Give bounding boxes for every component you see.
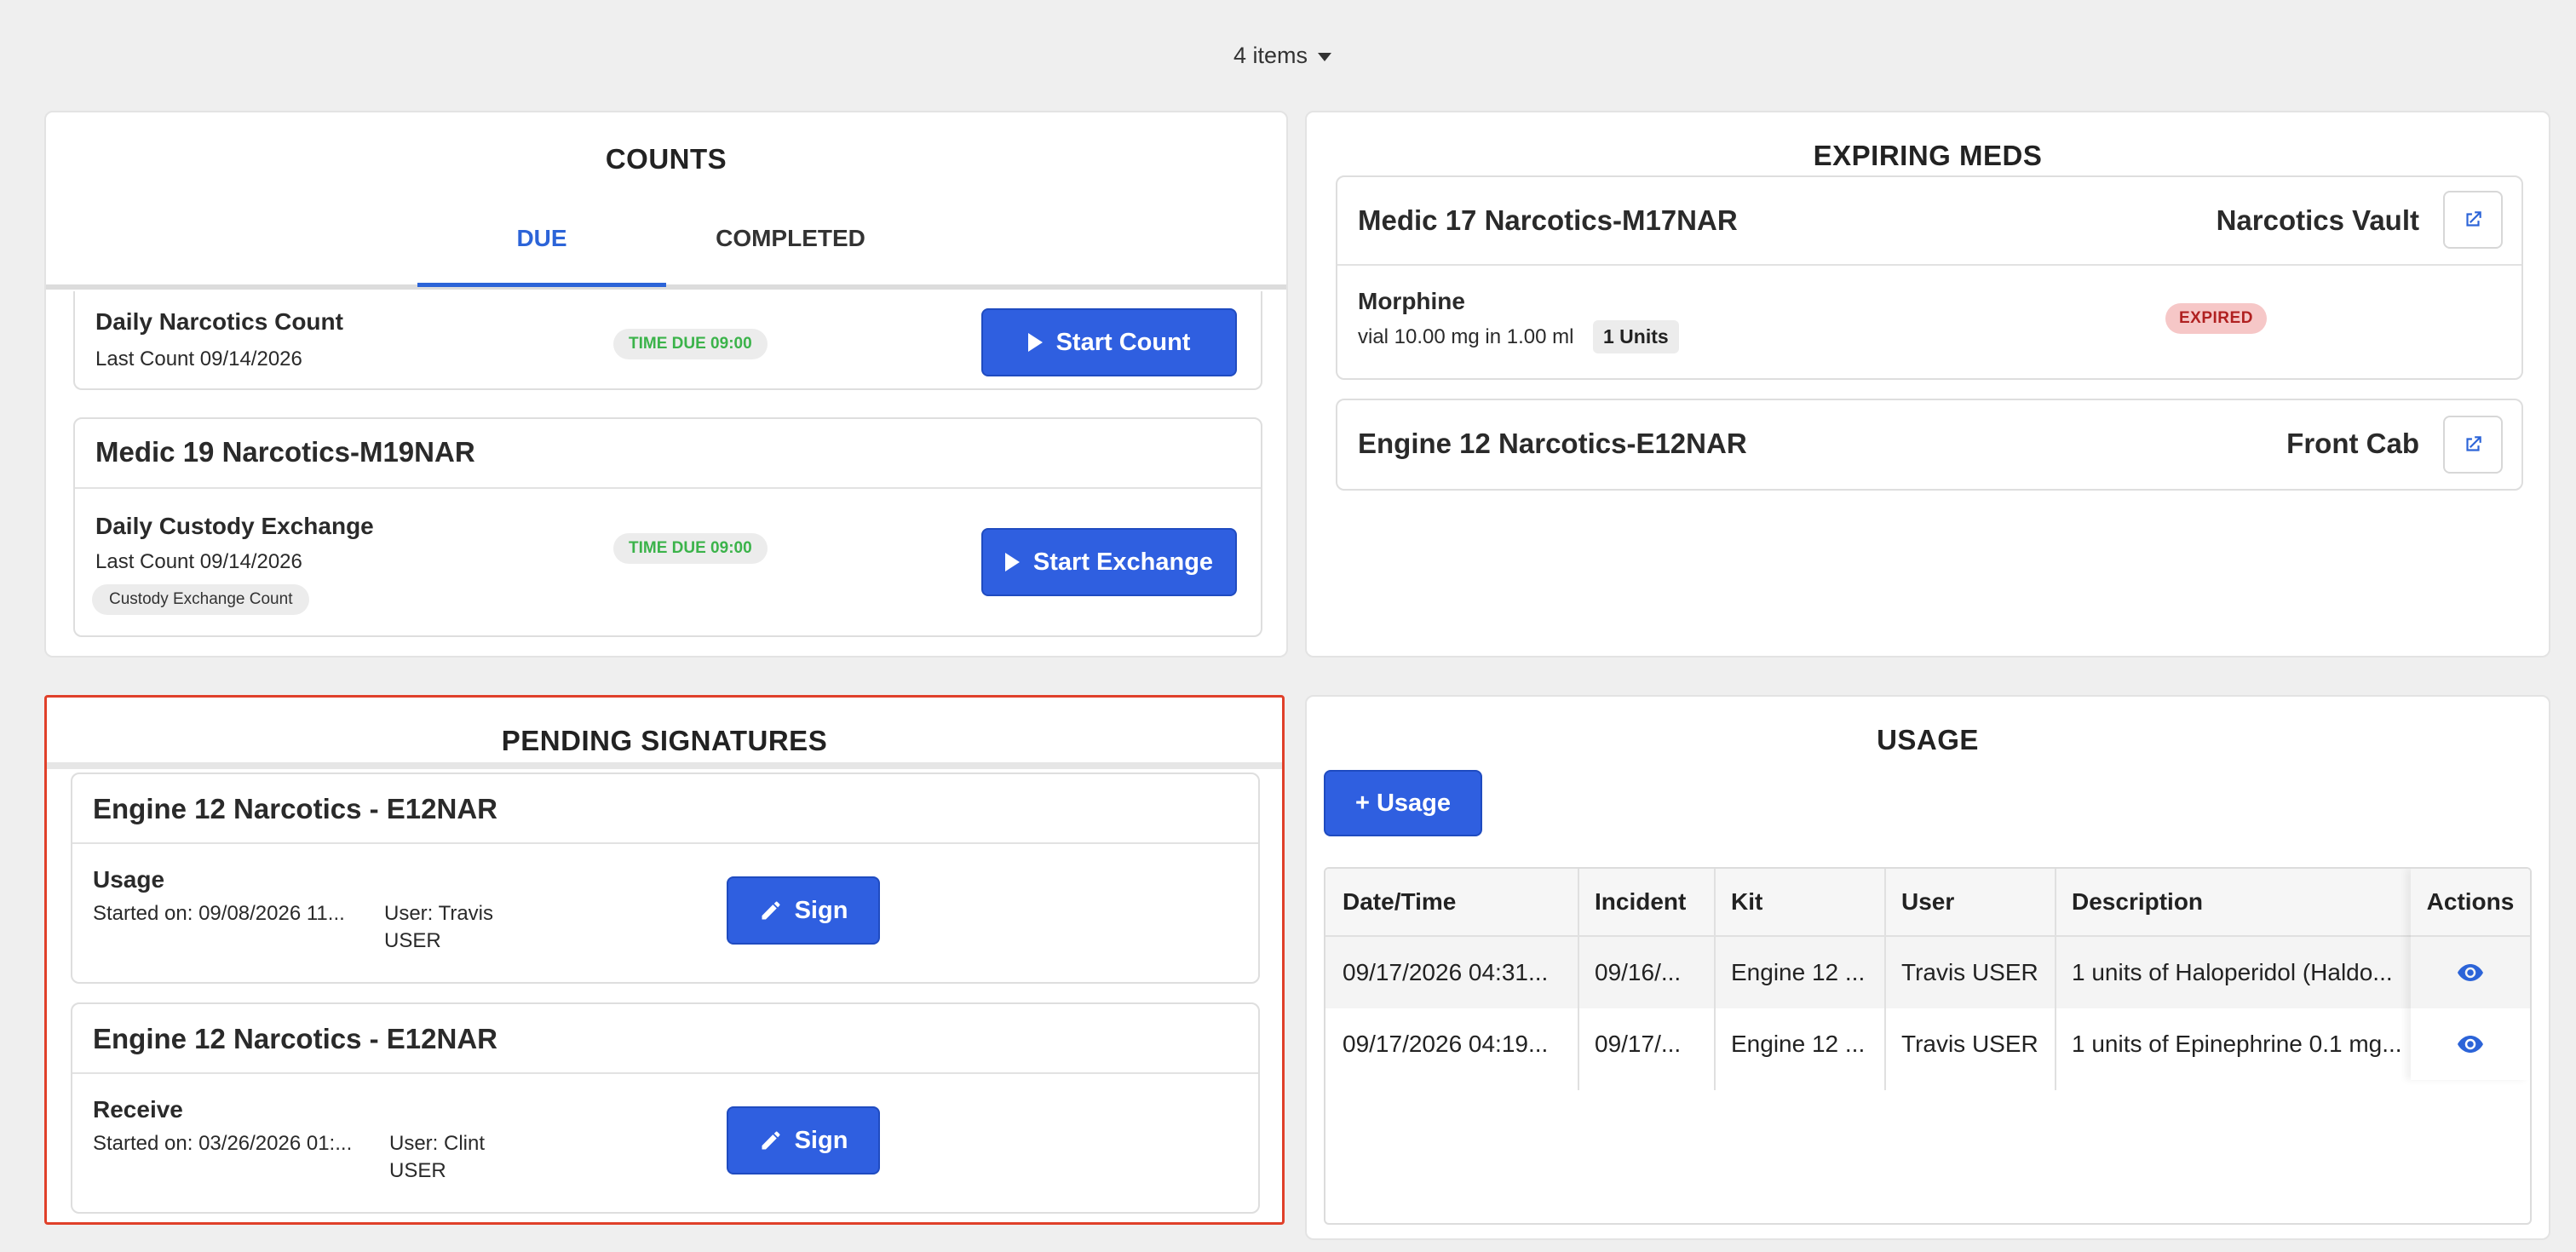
last-count: Last Count 09/14/2026 xyxy=(95,550,302,573)
column-divider xyxy=(1578,869,1579,1090)
start-exchange-button[interactable]: Start Exchange xyxy=(981,528,1237,596)
sign-label: Sign xyxy=(794,896,848,924)
count-title: Daily Custody Exchange xyxy=(95,513,374,539)
counts-card: COUNTS DUE COMPLETED Daily Narcotics Cou… xyxy=(44,111,1288,658)
pending-item: Engine 12 Narcotics - E12NAR Receive Sta… xyxy=(71,1002,1260,1214)
cell-user: Travis USER xyxy=(1901,959,2038,985)
started-on: Started on: 09/08/2026 11... xyxy=(93,902,345,925)
pending-user-role: USER xyxy=(384,929,441,952)
open-kit-button[interactable] xyxy=(2443,191,2503,249)
divider xyxy=(72,842,1258,844)
sign-button[interactable]: Sign xyxy=(727,876,880,945)
pending-user-role: USER xyxy=(389,1159,446,1182)
signature-icon xyxy=(762,1131,780,1150)
dashboard: 4 items COUNTS DUE COMPLETED Daily Narco… xyxy=(0,0,2576,1252)
eye-icon xyxy=(2458,964,2483,981)
cell-incident: 09/17/... xyxy=(1595,1031,1682,1057)
divider xyxy=(1337,264,2521,266)
cell-user: Travis USER xyxy=(1901,1031,2038,1057)
tab-completed[interactable]: COMPLETED xyxy=(666,204,915,288)
cell-datetime: 09/17/2026 04:19... xyxy=(1343,1031,1549,1057)
custody-exchange-chip: Custody Exchange Count xyxy=(92,584,310,615)
cell-description: 1 units of Epinephrine 0.1 mg... xyxy=(2072,1031,2402,1057)
col-kit[interactable]: Kit xyxy=(1714,869,1884,935)
kit-name: Engine 12 Narcotics-E12NAR xyxy=(1358,428,1747,459)
tab-divider xyxy=(46,284,1286,290)
actions-header: Actions xyxy=(2411,869,2530,937)
eye-icon xyxy=(2458,1036,2483,1053)
pending-user: User: Travis xyxy=(384,902,494,925)
items-dropdown[interactable]: 4 items xyxy=(1233,43,1332,69)
column-divider xyxy=(1714,869,1716,1090)
col-incident[interactable]: Incident xyxy=(1578,869,1714,935)
sign-button[interactable]: Sign xyxy=(727,1106,880,1174)
cell-kit: Engine 12 ... xyxy=(1731,1031,1866,1057)
time-due-badge: TIME DUE 09:00 xyxy=(613,533,768,564)
pending-item: Engine 12 Narcotics - E12NAR Usage Start… xyxy=(71,772,1260,984)
pending-kit-name: Engine 12 Narcotics - E12NAR xyxy=(93,1023,497,1054)
sign-label: Sign xyxy=(794,1126,848,1154)
pending-title: PENDING SIGNATURES xyxy=(501,725,828,756)
pending-signatures-card: PENDING SIGNATURES Engine 12 Narcotics -… xyxy=(44,695,1285,1225)
table-row[interactable]: 09/17/2026 04:19... 09/17/... Engine 12 … xyxy=(1325,1008,2530,1080)
kit-location: Front Cab xyxy=(2286,428,2419,459)
kit-name: Medic 17 Narcotics-M17NAR xyxy=(1358,204,1738,236)
pending-type: Usage xyxy=(93,866,165,893)
start-count-button[interactable]: Start Count xyxy=(981,308,1237,376)
pending-user: User: Clint xyxy=(389,1132,486,1155)
divider xyxy=(75,487,1261,489)
cell-kit: Engine 12 ... xyxy=(1731,959,1866,985)
kit-card: Engine 12 Narcotics-E12NAR Front Cab xyxy=(1336,399,2523,491)
play-icon xyxy=(1027,333,1043,352)
med-name: Morphine xyxy=(1358,288,1465,314)
counts-title: COUNTS xyxy=(605,143,727,175)
started-on: Started on: 03/26/2026 01:... xyxy=(93,1132,353,1155)
start-count-label: Start Count xyxy=(1055,328,1191,356)
time-due-badge: TIME DUE 09:00 xyxy=(613,329,768,359)
expired-badge: EXPIRED xyxy=(2165,303,2267,334)
col-user[interactable]: User xyxy=(1884,869,2055,935)
col-datetime[interactable]: Date/Time xyxy=(1325,869,1578,935)
column-divider xyxy=(1884,869,1886,1090)
pending-type: Receive xyxy=(93,1096,183,1123)
cell-incident: 09/16/... xyxy=(1595,959,1682,985)
count-title: Daily Narcotics Count xyxy=(95,308,343,335)
med-detail: vial 10.00 mg in 1.00 ml xyxy=(1358,325,1574,348)
kit-location: Narcotics Vault xyxy=(2216,204,2419,236)
view-button[interactable] xyxy=(2411,1008,2530,1080)
column-divider xyxy=(2055,869,2056,1090)
table-header: Date/Time Incident Kit User Description … xyxy=(1325,869,2530,937)
cell-description: 1 units of Haloperidol (Haldo... xyxy=(2072,959,2393,985)
tab-active-underline xyxy=(417,283,666,287)
kit-card: Medic 17 Narcotics-M17NAR Narcotics Vaul… xyxy=(1336,175,2523,380)
signature-icon xyxy=(762,901,780,920)
view-button[interactable] xyxy=(2411,937,2530,1008)
tab-due[interactable]: DUE xyxy=(417,204,666,288)
play-icon xyxy=(1004,553,1020,571)
expiring-meds-card: EXPIRING MEDS Medic 17 Narcotics-M17NAR … xyxy=(1305,111,2550,658)
caret-down-icon xyxy=(1318,52,1332,61)
pending-kit-name: Engine 12 Narcotics - E12NAR xyxy=(93,793,497,824)
col-description[interactable]: Description xyxy=(2055,869,2412,935)
start-exchange-label: Start Exchange xyxy=(1032,548,1214,576)
units-chip: 1 Units xyxy=(1593,320,1679,353)
cell-datetime: 09/17/2026 04:31... xyxy=(1343,959,1549,985)
actions-column: Actions xyxy=(2411,869,2530,1080)
items-count-label: 4 items xyxy=(1233,43,1308,68)
usage-title: USAGE xyxy=(1877,724,1979,755)
external-link-icon xyxy=(2466,436,2481,451)
table-row[interactable]: 09/17/2026 04:31... 09/16/... Engine 12 … xyxy=(1325,937,2530,1008)
divider xyxy=(72,1072,1258,1074)
usage-table: Date/Time Incident Kit User Description … xyxy=(1324,867,2532,1225)
expiring-title: EXPIRING MEDS xyxy=(1813,140,2043,171)
last-count: Last Count 09/14/2026 xyxy=(95,347,302,370)
external-link-icon xyxy=(2466,211,2481,227)
count-group-card: Medic 19 Narcotics-M19NAR Daily Custody … xyxy=(73,417,1262,637)
count-group-title: Medic 19 Narcotics-M19NAR xyxy=(95,436,475,468)
count-row: Daily Narcotics Count Last Count 09/14/2… xyxy=(73,291,1262,390)
divider xyxy=(47,762,1282,769)
add-usage-button[interactable]: + Usage xyxy=(1324,770,1482,836)
open-kit-button[interactable] xyxy=(2443,416,2503,474)
usage-card: USAGE + Usage Date/Time Incident Kit Use… xyxy=(1305,695,2550,1240)
